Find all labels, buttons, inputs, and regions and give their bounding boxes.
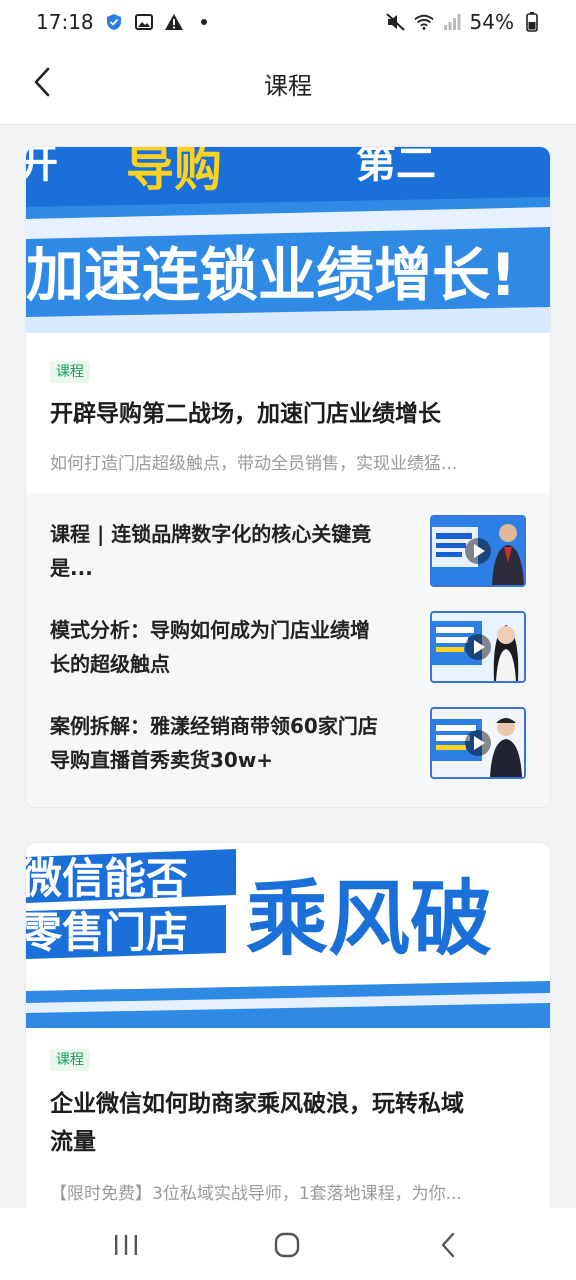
page-title: 课程 (264, 72, 312, 100)
system-nav-bar (0, 1208, 576, 1280)
signal-icon (442, 12, 462, 32)
course-description: 【限时免费】3位私域实战导师，1套落地课程，为你... (50, 1184, 462, 1204)
lesson-thumbnail[interactable] (430, 611, 526, 683)
app-header: 课程 (0, 46, 576, 125)
course-tag: 课程 (50, 1049, 90, 1071)
banner-text-main: 加速连锁业绩增长! (26, 241, 516, 309)
course-card[interactable]: 微信能否 零售门店 乘风破 课程 企业微信如何助商家乘风破浪，玩转私域 流量 【… (26, 843, 550, 1208)
battery-percent: 54% (469, 10, 514, 34)
course-card[interactable]: 导购 第二 开 加速连锁业绩增长! 课程 开辟导购第二战场，加速门店业绩增长 如… (26, 147, 550, 807)
wifi-icon (413, 12, 434, 32)
nav-back-icon (441, 1232, 455, 1258)
gallery-icon (134, 12, 154, 32)
status-time: 17:18 (36, 10, 94, 34)
banner-text-left2: 零售门店 (26, 908, 188, 957)
mute-icon (385, 12, 406, 32)
lesson-title: 模式分析：导购如何成为门店业绩增 长的超级触点 (50, 618, 370, 676)
course-title[interactable]: 开辟导购第二战场，加速门店业绩增长 (50, 395, 530, 433)
lesson-title: 案例拆解：雅漾经销商带领60家门店 导购直播首秀卖货30w+ (50, 714, 378, 772)
svg-text:第二: 第二 (356, 147, 436, 187)
course-banner-image[interactable]: 导购 第二 开 加速连锁业绩增长! (26, 147, 550, 333)
nav-recent-button[interactable] (106, 1228, 146, 1262)
banner-text-top: 导购 (126, 147, 222, 197)
lesson-item[interactable]: 课程 | 连锁品牌数字化的核心关键竟 是... (50, 515, 528, 591)
notification-dot-icon (194, 12, 214, 32)
course-description: 如何打造门店超级触点，带动全员销售，实现业绩猛... (50, 454, 458, 474)
nav-home-icon (274, 1232, 300, 1258)
nav-back-button[interactable] (428, 1228, 468, 1262)
svg-text:开: 开 (26, 147, 58, 187)
banner-text-right: 乘风破 (246, 872, 492, 967)
banner-text-left1: 微信能否 (26, 854, 188, 903)
lesson-title: 课程 | 连锁品牌数字化的核心关键竟 是... (50, 522, 372, 580)
course-title[interactable]: 企业微信如何助商家乘风破浪，玩转私域 流量 (50, 1085, 530, 1161)
warning-icon (164, 12, 184, 32)
nav-home-button[interactable] (267, 1228, 307, 1262)
nav-recent-icon (115, 1235, 137, 1255)
course-list[interactable]: 导购 第二 开 加速连锁业绩增长! 课程 开辟导购第二战场，加速门店业绩增长 如… (0, 125, 576, 1208)
status-bar: 17:18 54% (0, 0, 576, 46)
lesson-thumbnail[interactable] (430, 515, 526, 587)
shield-check-icon (104, 12, 124, 32)
lesson-thumbnail[interactable] (430, 707, 526, 779)
lesson-list: 课程 | 连锁品牌数字化的核心关键竟 是... 模式分析：导购如何成为门店业绩增… (26, 493, 550, 807)
course-tag: 课程 (50, 361, 90, 383)
lesson-item[interactable]: 案例拆解：雅漾经销商带领60家门店 导购直播首秀卖货30w+ (50, 707, 528, 783)
lesson-item[interactable]: 模式分析：导购如何成为门店业绩增 长的超级触点 (50, 611, 528, 687)
course-banner-image[interactable]: 微信能否 零售门店 乘风破 (26, 843, 550, 1028)
battery-icon (522, 12, 542, 32)
